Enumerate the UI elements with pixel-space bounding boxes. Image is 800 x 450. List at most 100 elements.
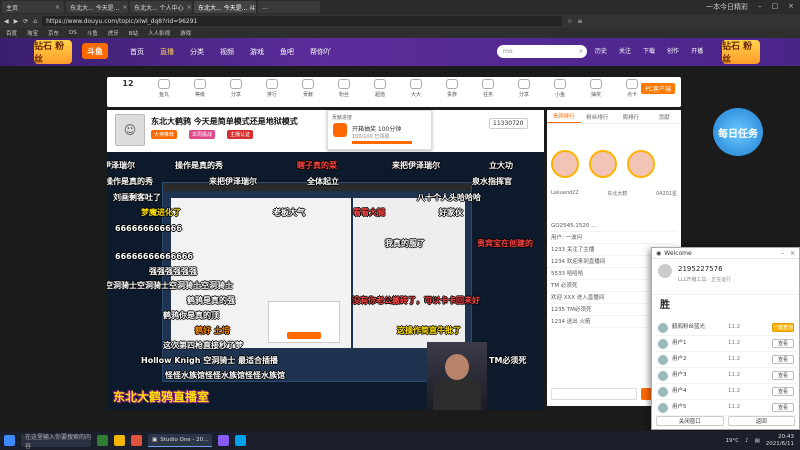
nav-games[interactable]: 游戏 <box>250 47 264 57</box>
browser-tab-0[interactable]: 主页 × <box>2 1 64 13</box>
nav-yuba[interactable]: 鱼吧 <box>280 47 294 57</box>
bookmark-item[interactable]: 虎牙 <box>108 29 119 37</box>
chat-input[interactable] <box>551 388 637 400</box>
user-avatar[interactable] <box>658 264 672 278</box>
streamer-tag[interactable]: 本周挑战 <box>189 130 216 139</box>
folder-icon[interactable] <box>114 435 125 446</box>
back-icon[interactable]: ◀ <box>4 18 9 25</box>
toolbar-item[interactable]: 等级 <box>183 79 217 98</box>
close-window-icon[interactable]: × <box>788 2 794 12</box>
pc-client-button[interactable]: PC客户端 <box>641 83 675 94</box>
browser-tab-4[interactable]: ... <box>258 1 320 13</box>
follow-count[interactable]: 11330720 <box>489 118 528 129</box>
taskbar-app-label: Studio One - 20... <box>160 437 209 443</box>
bookmark-item[interactable]: 人人影视 <box>148 29 170 37</box>
close-window-button[interactable]: 关闭窗口 <box>656 416 724 426</box>
app-icon[interactable] <box>235 435 247 446</box>
row-button[interactable]: 一键查询 <box>772 323 794 332</box>
header-follow[interactable]: 关注 <box>619 46 631 55</box>
network-icon[interactable]: ▤ <box>755 438 760 444</box>
nav-home[interactable]: 首页 <box>130 47 144 57</box>
header-history[interactable]: 历史 <box>595 46 607 55</box>
url-field[interactable]: https://www.douyu.com/topic/xlwl_dq8?rid… <box>42 16 563 26</box>
clock[interactable]: 20:43 2021/6/11 <box>766 434 794 448</box>
menu-icon[interactable]: ≡ <box>577 18 582 25</box>
bookmark-item[interactable]: B站 <box>129 29 138 37</box>
toolbar-icon <box>194 79 206 89</box>
minimize-icon[interactable]: – <box>781 250 784 257</box>
rank-avatar[interactable] <box>551 150 579 178</box>
bookmark-item[interactable]: 斗鱼 <box>87 29 98 37</box>
toolbar-item[interactable]: 分享 <box>219 79 253 98</box>
toolbar-item[interactable]: 贡献 <box>291 79 325 98</box>
toolbar-item[interactable]: 贵族 <box>435 79 469 98</box>
tab-vip-rank[interactable]: 贵宾排行 <box>547 110 581 123</box>
app-icon[interactable] <box>97 435 108 446</box>
weather-temp[interactable]: 19°C <box>725 438 739 444</box>
nav-help[interactable]: 帮你吖 <box>310 47 331 57</box>
tab-contribution[interactable]: 贡献 <box>648 110 682 123</box>
toolbar-item[interactable]: 分享 <box>507 79 541 98</box>
toolbar-item[interactable]: 小鱼 <box>543 79 577 98</box>
toolbar-item[interactable]: 超值 <box>363 79 397 98</box>
header-create[interactable]: 创作 <box>667 46 679 55</box>
toolbar-item[interactable]: 抽奖 <box>579 79 613 98</box>
row-button[interactable]: 查看 <box>772 355 794 364</box>
close-icon[interactable]: × <box>790 250 795 257</box>
home-icon[interactable]: ⌂ <box>33 18 37 25</box>
row-button[interactable]: 查看 <box>772 403 794 412</box>
minimize-icon[interactable]: – <box>758 2 762 12</box>
maximize-icon[interactable]: □ <box>772 2 779 12</box>
close-icon[interactable]: × <box>122 4 127 11</box>
rank-avatar[interactable] <box>589 150 617 178</box>
bookmark-item[interactable]: 京东 <box>48 29 59 37</box>
toolbar-item[interactable]: 任务 <box>471 79 505 98</box>
taskbar-search[interactable]: 在这里输入你要搜索的内容 <box>21 434 91 450</box>
browser-tab-1[interactable]: 东北大... 今天是... × <box>66 1 128 13</box>
start-icon[interactable] <box>4 435 15 446</box>
browser-tab-2[interactable]: 东北大... 个人中心 × <box>130 1 192 13</box>
banner-badge-left[interactable]: 钻石 粉丝 <box>34 40 72 65</box>
daily-task-badge[interactable]: 每日任务 <box>713 108 763 156</box>
forward-icon[interactable]: ▶ <box>14 18 19 25</box>
nav-video[interactable]: 视频 <box>220 47 234 57</box>
tab-week-rank[interactable]: 周排行 <box>614 110 648 123</box>
bookmark-item[interactable]: 百度 <box>6 29 17 37</box>
header-stream[interactable]: 开播 <box>691 46 703 55</box>
site-search-input[interactable]: mo ⌕ <box>497 45 587 58</box>
nav-live[interactable]: 直播 <box>160 47 174 57</box>
row-button[interactable]: 查看 <box>772 339 794 348</box>
toolbar-level[interactable]: 12 <box>111 79 145 88</box>
header-download[interactable]: 下载 <box>643 46 655 55</box>
app-icon[interactable] <box>218 435 230 446</box>
bookmark-item[interactable]: 游戏 <box>180 29 191 37</box>
site-logo[interactable]: 斗鱼 <box>82 43 108 59</box>
volume-icon[interactable]: ♪ <box>745 438 749 444</box>
close-icon[interactable]: × <box>55 4 60 11</box>
rank-avatar[interactable] <box>627 150 655 178</box>
tab-fans-rank[interactable]: 粉丝排行 <box>581 110 615 123</box>
row-button[interactable]: 查看 <box>772 371 794 380</box>
banner-badge-right[interactable]: 钻石 粉丝 <box>722 40 760 65</box>
reload-icon[interactable]: ⟳ <box>23 18 28 25</box>
close-icon[interactable]: × <box>187 4 192 11</box>
browser-icon[interactable] <box>131 435 142 446</box>
toolbar-item[interactable]: 大大 <box>399 79 433 98</box>
bookmark-item[interactable]: 淘宝 <box>27 29 38 37</box>
streamer-tag[interactable]: 大神推荐 <box>151 130 178 139</box>
toolbar-item[interactable]: 鱼丸 <box>147 79 181 98</box>
gift-progress-popup[interactable]: 贡献进度 开箱抽奖 100分钟 100/100 已领取 <box>327 110 432 150</box>
toolbar-item[interactable]: 粉丝 <box>327 79 361 98</box>
nav-category[interactable]: 分类 <box>190 47 204 57</box>
back-button[interactable]: 返回 <box>727 416 795 426</box>
streamer-tag[interactable]: 主播认证 <box>227 130 254 139</box>
search-icon[interactable]: ⌕ <box>579 47 583 56</box>
star-icon[interactable]: ☆ <box>567 18 572 25</box>
bookmark-item[interactable]: DS <box>69 30 77 36</box>
browser-tab-3[interactable]: 东北大... 今天是... 斗鱼× <box>194 1 256 13</box>
row-button[interactable]: 查看 <box>772 387 794 396</box>
toolbar-item[interactable]: 排行 <box>255 79 289 98</box>
video-player[interactable]: 东北大鹤鸦直播室 伊泽瑞尔 操作是真的秀 瞎子真的菜 来把伊泽瑞尔 立大功 操作… <box>107 152 544 410</box>
taskbar-app[interactable]: ▣ Studio One - 20... <box>148 434 213 447</box>
streamer-avatar[interactable]: ☺ <box>115 114 145 146</box>
